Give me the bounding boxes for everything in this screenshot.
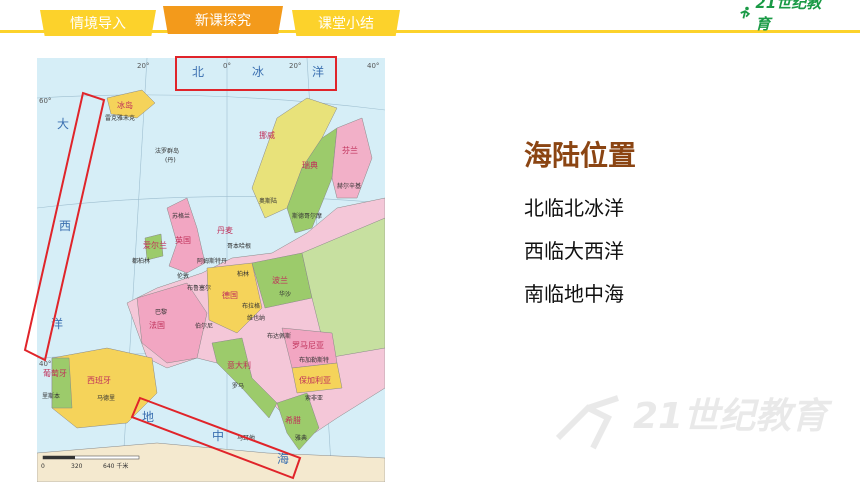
country-label: 波兰 (272, 275, 288, 285)
sea-label: 中 (212, 428, 224, 443)
sea-label: 地 (142, 410, 154, 424)
sea-label: 冰 (252, 65, 264, 79)
city-label: 布拉格 (242, 302, 260, 310)
city-label: 柏林 (237, 270, 249, 278)
region-label: 法罗群岛 (155, 147, 179, 155)
city-label: 维也纳 (247, 314, 265, 322)
country-label: 罗马尼亚 (292, 341, 324, 350)
degree-label: 20° (137, 62, 149, 70)
city-label: 里斯本 (42, 392, 60, 400)
city-label: 赫尔辛基 (337, 182, 361, 190)
watermark-runner-icon (555, 395, 619, 450)
city-label: 伦敦 (177, 272, 189, 280)
country-label: 芬兰 (342, 145, 358, 155)
country-label: 意大利 (227, 360, 251, 370)
city-label: 奥斯陆 (259, 197, 277, 205)
city-label: 马德里 (97, 394, 115, 402)
watermark: 21世纪教育 (555, 395, 833, 450)
country-label: 冰岛 (117, 100, 133, 110)
tab-label: 课堂小结 (318, 16, 374, 32)
europe-map: 北 冰 洋 大 西 洋 地 中 海 冰岛 挪威 瑞典 芬兰 英国 爱尔兰 法国 … (37, 58, 385, 482)
region-label: 马耳他 (237, 434, 255, 442)
runner-icon (740, 6, 751, 19)
country-label: 保加利亚 (299, 375, 331, 385)
city-label: 巴黎 (155, 308, 167, 316)
tab-new-lesson[interactable]: 新课探究 (163, 6, 283, 34)
tab-summary[interactable]: 课堂小结 (292, 10, 400, 36)
city-label: 索非亚 (305, 394, 323, 402)
city-label: 哥本哈根 (227, 242, 251, 250)
region-label: (丹) (165, 157, 176, 164)
scale-tick: 640 千米 (103, 462, 128, 470)
city-label: 罗马 (232, 382, 244, 390)
country-label: 挪威 (259, 130, 275, 140)
city-label: 雷克雅未克 (105, 114, 135, 122)
section-heading: 海陆位置 (524, 139, 637, 172)
city-label: 斯德哥尔摩 (292, 212, 322, 220)
content-panel: 海陆位置 北临北冰洋 西临大西洋 南临地中海 (524, 134, 636, 321)
degree-label: 0° (223, 62, 231, 70)
scale-tick: 0 (41, 463, 45, 470)
city-label: 都柏林 (132, 257, 150, 265)
tab-label: 情境导入 (70, 16, 126, 32)
scale-tick: 320 (71, 463, 83, 470)
watermark-text: 21世纪教育 (633, 396, 833, 437)
sea-label: 洋 (51, 316, 63, 331)
city-label: 布达佩斯 (267, 332, 291, 340)
city-label: 伯尔尼 (195, 322, 213, 330)
country-label: 德国 (222, 290, 238, 300)
degree-label: 40° (367, 62, 379, 70)
city-label: 布鲁塞尔 (187, 284, 211, 292)
city-label: 雅典 (295, 434, 307, 442)
country-label: 葡萄牙 (43, 368, 67, 378)
city-label: 阿姆斯特丹 (197, 257, 227, 265)
degree-label: 20° (289, 62, 301, 70)
country-label: 希腊 (285, 415, 301, 425)
sea-label: 海 (277, 451, 289, 466)
country-label: 丹麦 (217, 225, 233, 235)
country-label: 西班牙 (87, 375, 111, 385)
sea-label: 西 (59, 219, 71, 233)
tab-introduction[interactable]: 情境导入 (40, 10, 156, 36)
region-label: 苏格兰 (172, 212, 190, 220)
content-line: 西临大西洋 (524, 239, 624, 263)
content-line: 北临北冰洋 (524, 196, 624, 220)
country-label: 英国 (175, 235, 191, 245)
city-label: 布加勒斯特 (299, 356, 329, 364)
sea-label: 大 (57, 117, 69, 131)
brand-logo: 21世纪教育 (738, 0, 828, 33)
sea-label: 洋 (312, 64, 324, 79)
content-line: 南临地中海 (524, 282, 624, 306)
sea-label: 北 (192, 65, 204, 79)
degree-label: 40° (39, 360, 51, 368)
country-label: 瑞典 (302, 160, 318, 170)
country-label: 爱尔兰 (143, 240, 167, 250)
logo-text: 21世纪教育 (755, 0, 822, 33)
tab-label: 新课探究 (195, 13, 251, 29)
portugal-shape (51, 357, 73, 409)
country-label: 法国 (149, 320, 165, 330)
degree-label: 60° (39, 97, 51, 105)
city-label: 华沙 (279, 290, 291, 298)
